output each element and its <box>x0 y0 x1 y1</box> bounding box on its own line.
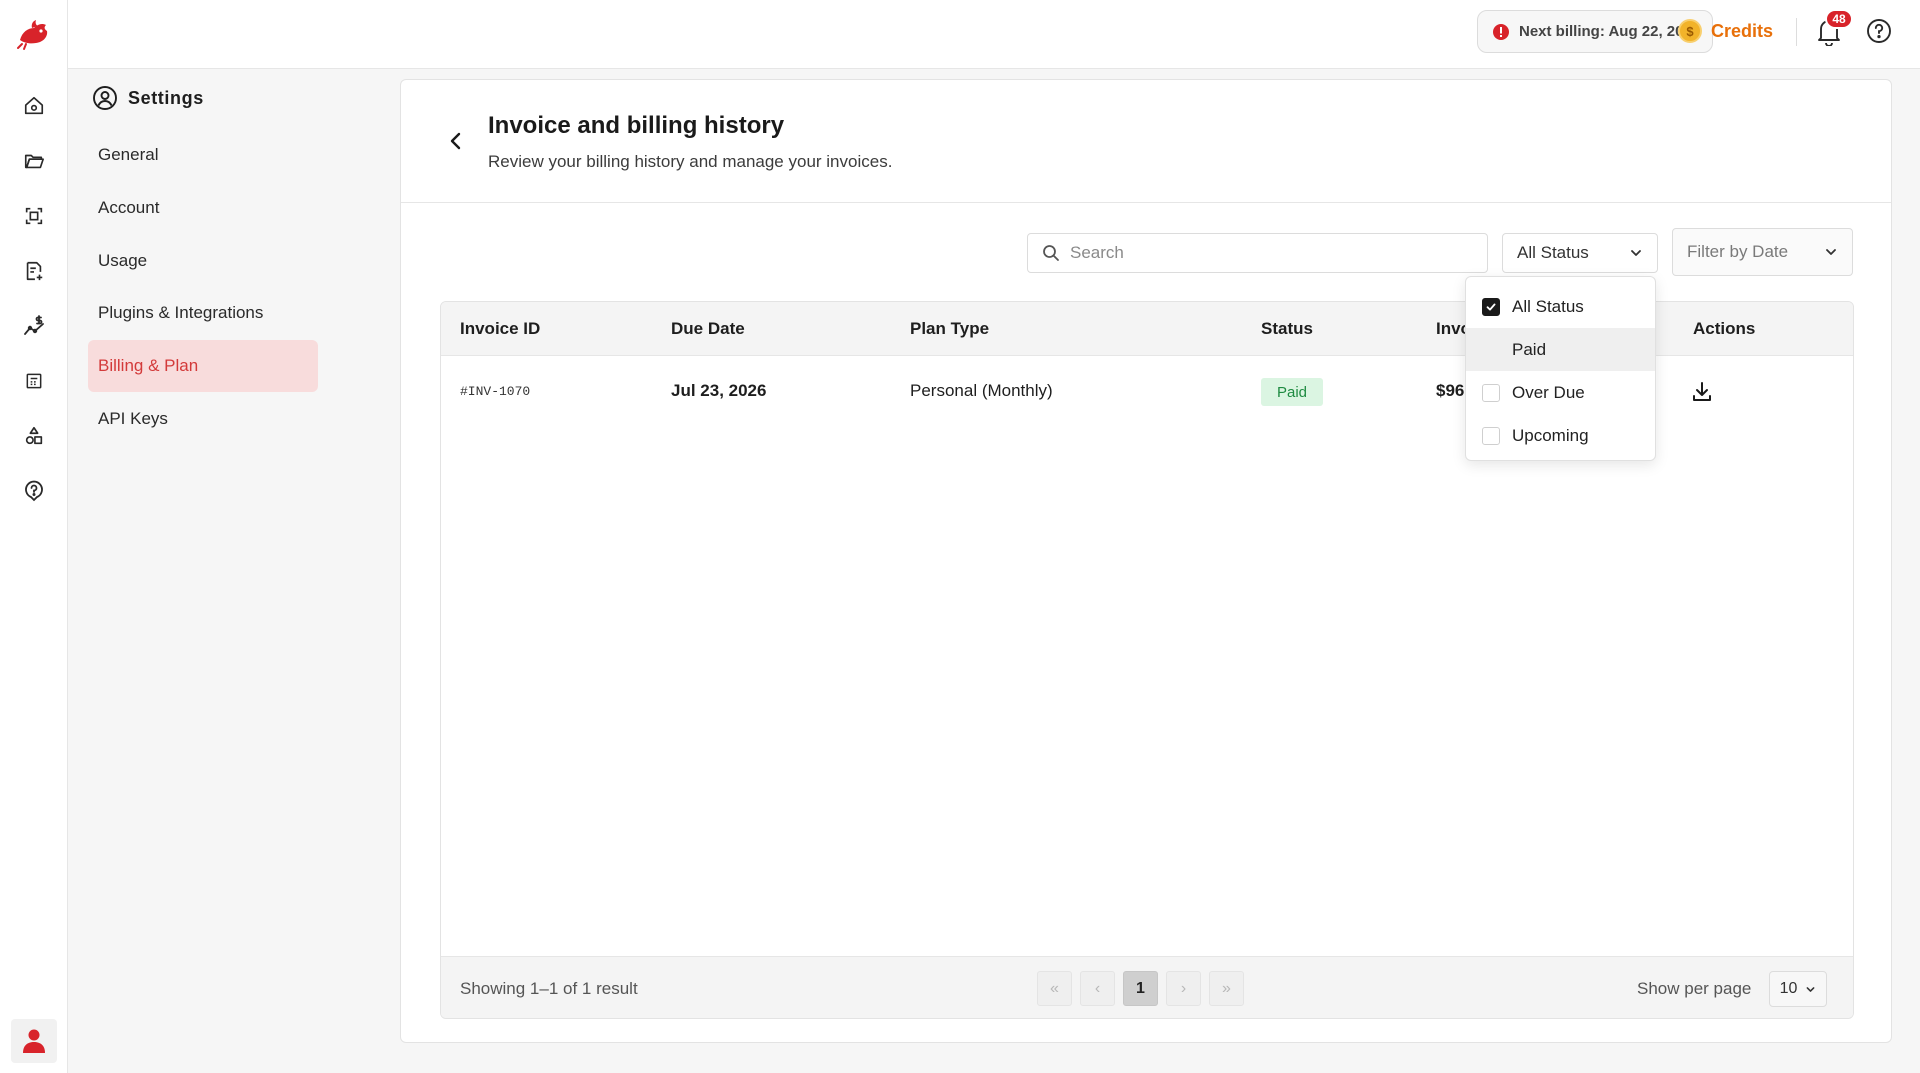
due-date-cell: Jul 23, 2026 <box>671 381 767 400</box>
sidebar-item-usage[interactable]: Usage <box>88 235 318 287</box>
left-rail <box>0 0 68 1073</box>
status-option-label: Over Due <box>1512 382 1585 402</box>
sidebar-item-general[interactable]: General <box>88 129 318 181</box>
date-filter-placeholder: Filter by Date <box>1687 242 1789 261</box>
per-page-select[interactable]: 10 <box>1769 971 1827 1007</box>
credits-label: Credits <box>1711 20 1774 41</box>
next-page-button[interactable]: › <box>1166 971 1201 1006</box>
sidebar-item-label: API Keys <box>98 409 168 428</box>
settings-sidebar: Settings General Account Usage Plugins &… <box>68 69 330 1073</box>
sidebar-item-plugins-integrations[interactable]: Plugins & Integrations <box>88 287 318 339</box>
checkbox-checked[interactable] <box>1482 297 1500 316</box>
page-header: Invoice and billing history Review your … <box>401 80 1891 203</box>
plan-type-cell: Personal (Monthly) <box>910 381 1053 400</box>
search-field[interactable] <box>1027 233 1488 273</box>
checkbox[interactable] <box>1482 383 1500 402</box>
top-bar: Next billing: Aug 22, 2026 <box>68 0 1920 69</box>
coin-icon: $ <box>1678 19 1702 43</box>
status-filter-value: All Status <box>1517 243 1589 262</box>
sidebar-item-label: General <box>98 145 159 164</box>
per-page-label: Show per page <box>1637 979 1752 998</box>
user-icon <box>23 1029 45 1053</box>
help-icon[interactable] <box>20 477 48 505</box>
credits-button[interactable]: $ Credits <box>1678 18 1773 44</box>
first-page-button[interactable]: « <box>1037 971 1072 1006</box>
status-dropdown-menu: All Status Paid Over Due Upcoming <box>1465 276 1656 461</box>
search-input[interactable] <box>1070 243 1470 263</box>
status-option-paid[interactable]: Paid <box>1466 328 1655 371</box>
billing-card: Invoice and billing history Review your … <box>400 79 1892 1043</box>
sidebar-item-label: Plugins & Integrations <box>98 303 264 322</box>
current-page-button[interactable]: 1 <box>1123 971 1158 1006</box>
user-circle-icon <box>92 85 118 111</box>
invoice-id-cell: #INV-1070 <box>460 384 531 399</box>
column-header-actions: Actions <box>1693 319 1756 338</box>
sidebar-item-label: Account <box>98 198 160 217</box>
amount-cell: $96 <box>1436 381 1465 400</box>
user-avatar[interactable] <box>11 1019 57 1063</box>
checkbox[interactable] <box>1482 341 1500 359</box>
column-header-status[interactable]: Status <box>1261 319 1313 339</box>
status-option-upcoming[interactable]: Upcoming <box>1466 414 1655 457</box>
page-subtitle: Review your billing history and manage y… <box>488 152 893 171</box>
home-icon[interactable] <box>20 92 48 120</box>
document-add-icon[interactable] <box>20 257 48 285</box>
per-page-value: 10 <box>1779 980 1798 997</box>
settings-heading: Settings <box>92 85 204 111</box>
sidebar-item-account[interactable]: Account <box>88 182 318 234</box>
status-option-label: All Status <box>1512 296 1584 316</box>
search-icon <box>1042 244 1060 262</box>
settings-title: Settings <box>128 87 204 108</box>
column-header-due-date[interactable]: Due Date <box>671 319 745 339</box>
chevron-down-icon <box>1824 245 1838 259</box>
folder-icon[interactable] <box>20 147 48 175</box>
scan-icon[interactable] <box>20 202 48 230</box>
status-option-label: Paid <box>1512 339 1547 359</box>
page-title: Invoice and billing history <box>488 112 785 139</box>
prev-page-button[interactable]: ‹ <box>1080 971 1115 1006</box>
help-circle-icon[interactable] <box>1866 18 1892 44</box>
date-filter-select[interactable]: Filter by Date <box>1672 228 1853 276</box>
column-header-invoice-id[interactable]: Invoice ID <box>460 319 540 339</box>
check-icon <box>1486 303 1496 310</box>
brand-logo-icon[interactable] <box>14 14 54 54</box>
notification-badge: 48 <box>1825 9 1853 29</box>
download-icon[interactable] <box>1691 380 1713 404</box>
status-filter-select[interactable]: All Status <box>1502 233 1658 273</box>
next-billing-text: Next billing: Aug 22, 2026 <box>1519 23 1701 40</box>
status-option-over-due[interactable]: Over Due <box>1466 371 1655 414</box>
topbar-divider <box>1796 18 1797 46</box>
analytics-icon[interactable] <box>20 312 48 340</box>
sidebar-item-api-keys[interactable]: API Keys <box>88 393 318 445</box>
sidebar-item-label: Billing & Plan <box>98 356 199 375</box>
sidebar-item-billing-plan[interactable]: Billing & Plan <box>88 340 318 392</box>
shapes-icon[interactable] <box>20 422 48 450</box>
table-footer: Showing 1–1 of 1 result « ‹ 1 › » Show p… <box>441 956 1853 1018</box>
back-arrow-icon[interactable] <box>445 130 467 152</box>
last-page-button[interactable]: » <box>1209 971 1244 1006</box>
pagination: « ‹ 1 › » <box>1037 971 1244 1006</box>
status-option-all-status[interactable]: All Status <box>1466 285 1655 328</box>
chevron-down-icon <box>1805 984 1816 995</box>
sidebar-item-label: Usage <box>98 251 148 270</box>
checkbox[interactable] <box>1482 426 1500 445</box>
status-badge: Paid <box>1261 378 1323 406</box>
alert-icon <box>1492 23 1510 41</box>
status-option-label: Upcoming <box>1512 425 1589 445</box>
calculator-icon[interactable] <box>20 367 48 395</box>
chevron-down-icon <box>1629 246 1643 260</box>
column-header-plan-type[interactable]: Plan Type <box>910 319 989 339</box>
results-count: Showing 1–1 of 1 result <box>460 979 638 998</box>
